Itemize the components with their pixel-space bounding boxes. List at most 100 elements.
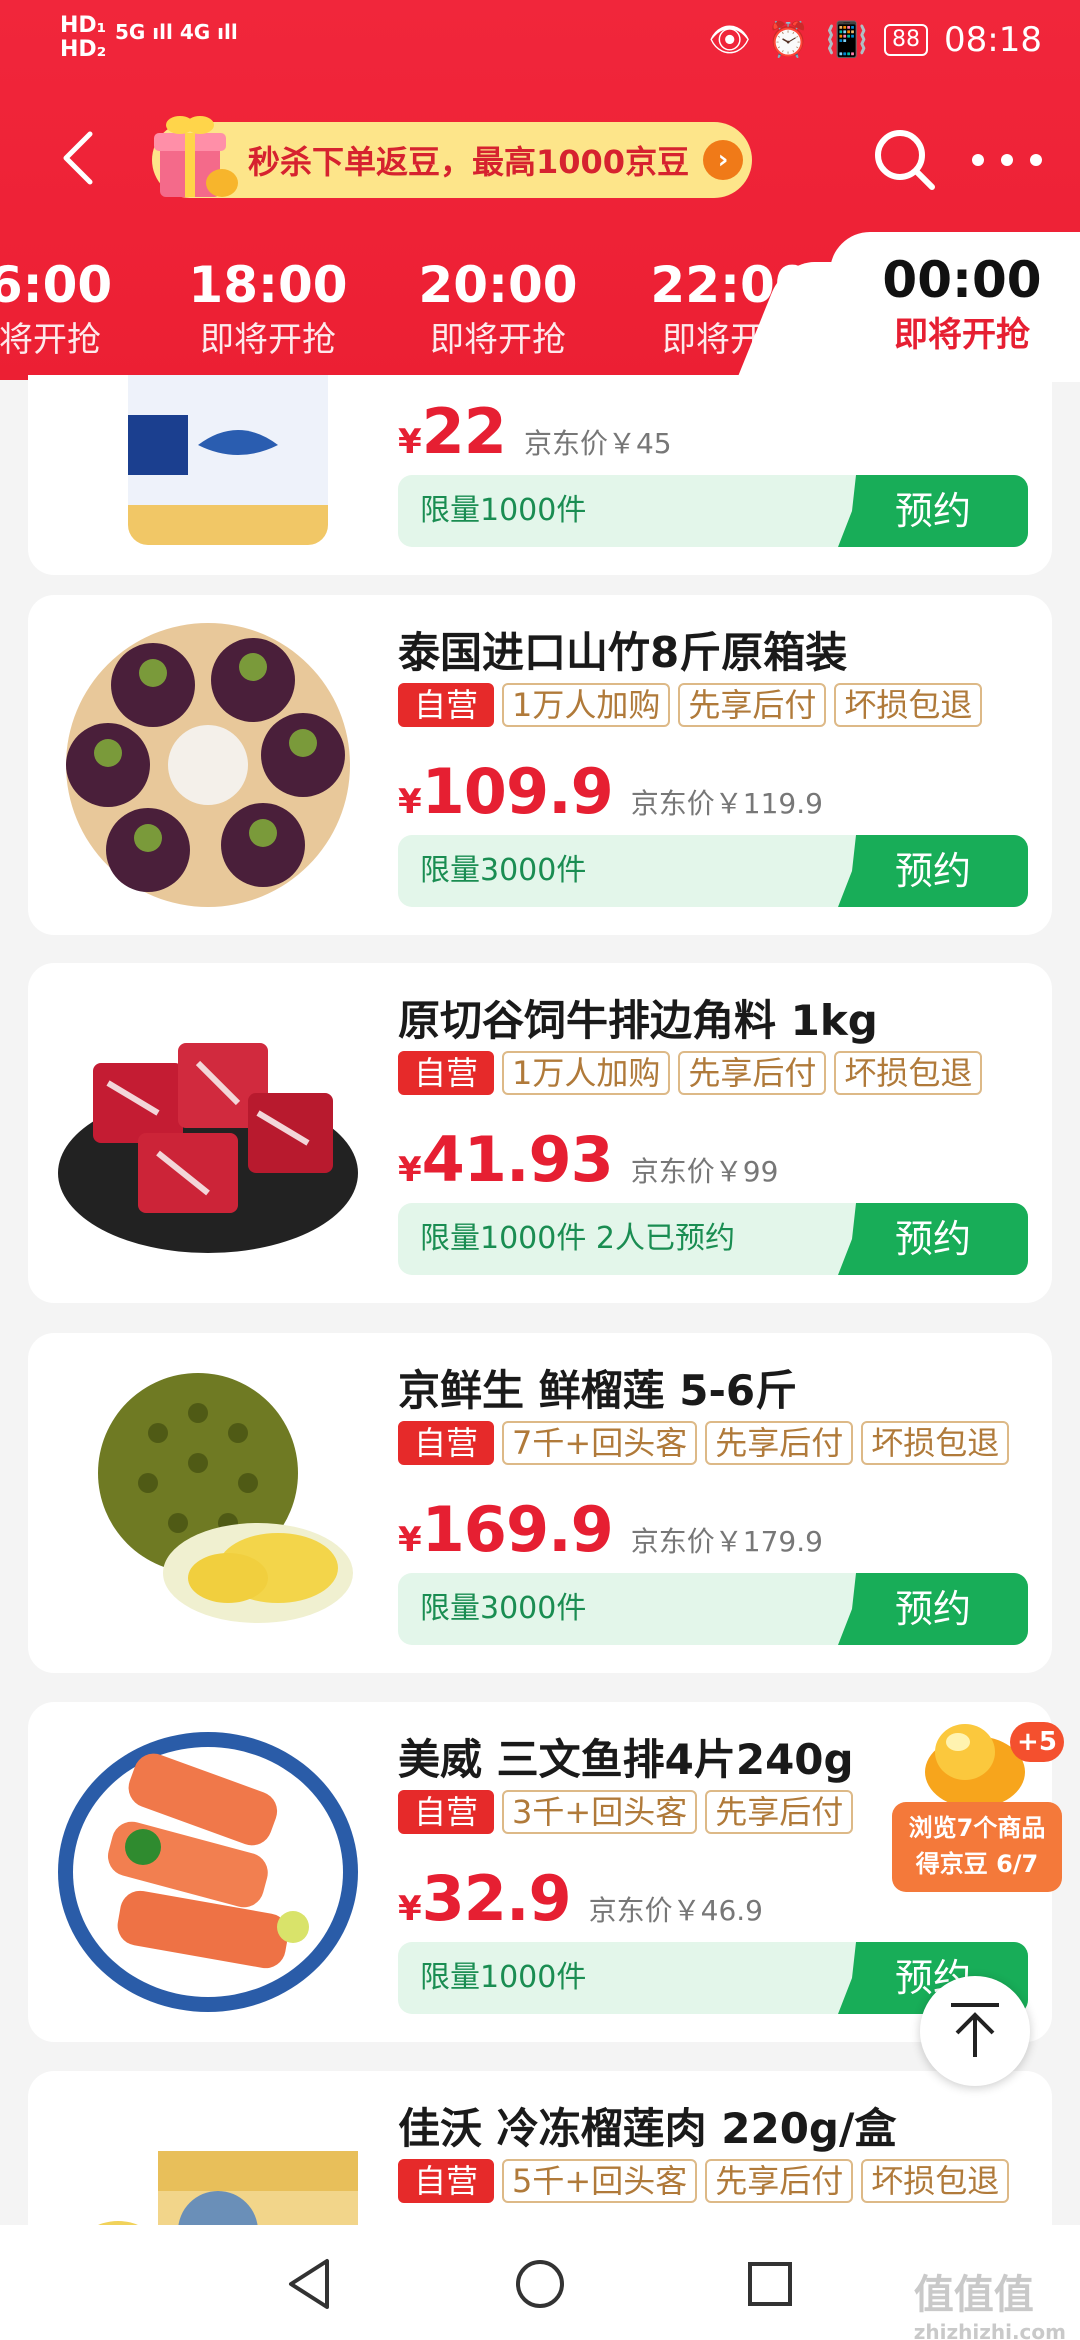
- tag-self-operated: 自营: [398, 1790, 495, 1834]
- watermark-main: 值值值: [913, 2272, 1034, 2318]
- bean-reward-widget[interactable]: +5 浏览7个商品 得京豆 6/7: [892, 1712, 1064, 1892]
- tag-self-operated: 自营: [398, 1051, 495, 1095]
- jd-price: 京东价￥119.9: [630, 787, 823, 820]
- bean-task-line2: 得京豆 6/7: [915, 1850, 1039, 1878]
- price-row: ¥ 169.9 京东价￥179.9: [398, 1493, 823, 1566]
- currency-symbol: ¥: [398, 1520, 422, 1560]
- bean-task-label: 浏览7个商品 得京豆 6/7: [892, 1802, 1062, 1892]
- currency-symbol: ¥: [398, 782, 422, 822]
- tag-list: 自营 1万人加购 先享后付 坏损包退: [398, 683, 983, 727]
- reserve-button[interactable]: 预约: [838, 835, 1028, 907]
- reserve-bar: 限量1000件 预约: [398, 475, 1028, 547]
- tab-time: 20:00: [418, 256, 578, 314]
- salmon-image: [58, 1732, 358, 2012]
- fish-oil-image: [128, 375, 328, 545]
- reserve-bar: 限量1000件 2人已预约 预约: [398, 1203, 1028, 1275]
- tab-time: 00:00: [882, 251, 1042, 309]
- product-card[interactable]: 京鲜生 鲜榴莲 5-6斤 自营 7千+回头客 先享后付 坏损包退 ¥ 169.9…: [28, 1333, 1052, 1673]
- tab-20-00[interactable]: 20:00 即将开抢: [388, 255, 608, 365]
- price-row: ¥ 32.9 京东价￥46.9: [398, 1862, 763, 1935]
- tag: 先享后付: [678, 1051, 827, 1095]
- vibrate-icon: 📳: [825, 20, 869, 60]
- price-row: ¥ 41.93 京东价￥99: [398, 1123, 778, 1196]
- reserve-button[interactable]: 预约: [838, 475, 1028, 547]
- jd-price: 京东价￥99: [630, 1155, 779, 1188]
- gift-icon: [154, 116, 238, 197]
- flash-price: 169.9: [421, 1493, 614, 1566]
- price-row: ¥ 22 京东价￥45: [398, 395, 672, 468]
- flash-price: 32.9: [421, 1862, 572, 1935]
- currency-symbol: ¥: [398, 422, 422, 462]
- flash-price: 22: [421, 395, 507, 468]
- back-to-top-button[interactable]: [920, 1976, 1030, 2086]
- tab-status: 将开抢: [0, 320, 101, 360]
- nav-home-icon[interactable]: [505, 2249, 575, 2319]
- tag: 坏损包退: [861, 1421, 1010, 1465]
- tag-list: 自营 1万人加购 先享后付 坏损包退: [398, 1051, 983, 1095]
- product-title: 佳沃 冷冻榴莲肉 220g/盒: [398, 2104, 897, 2153]
- frozen-durian-image: [98, 2151, 358, 2225]
- promo-text: 秒杀下单返豆，最高1000京豆: [248, 143, 690, 181]
- tag-list: 自营 3千+回头客 先享后付: [398, 1790, 854, 1834]
- price-row: ¥ 109.9 京东价￥119.9: [398, 755, 823, 828]
- flash-price: 41.93: [421, 1123, 614, 1196]
- product-title: 京鲜生 鲜榴莲 5-6斤: [398, 1366, 798, 1415]
- tag: 1万人加购: [502, 683, 671, 727]
- tab-time: 6:00: [0, 256, 113, 314]
- tab-22-00[interactable]: 22:00 即将开抢: [620, 255, 840, 365]
- tag: 5千+回头客: [502, 2159, 698, 2203]
- reserve-button[interactable]: 预约: [838, 1203, 1028, 1275]
- tab-status: 即将开抢: [430, 320, 566, 360]
- tab-time: 22:00: [650, 256, 810, 314]
- signal-label: 5G ıll 4G ıll: [115, 20, 238, 44]
- search-icon[interactable]: [870, 125, 940, 195]
- jd-bean-icon: [925, 1724, 1025, 1808]
- product-card[interactable]: ¥ 22 京东价￥45 限量1000件 预约: [28, 375, 1052, 575]
- watermark-sub: zhizhizhi.com: [913, 2320, 1066, 2340]
- tag: 坏损包退: [834, 683, 983, 727]
- tab-status: 即将开抢: [662, 320, 798, 360]
- status-right: 👁 ⏰ 📳 88 08:18: [708, 18, 1042, 62]
- tab-status: 即将开抢: [200, 320, 336, 360]
- tab-status: 即将开抢: [894, 315, 1030, 355]
- flash-price: 109.9: [421, 755, 614, 828]
- watermark: 值值值 zhizhizhi.com: [914, 2262, 1066, 2340]
- tag: 先享后付: [705, 1421, 854, 1465]
- tab-time: 18:00: [188, 256, 348, 314]
- tag-list: 自营 5千+回头客 先享后付 坏损包退: [398, 2159, 1010, 2203]
- quantity-limit: 限量1000件 2人已预约: [420, 1221, 735, 1256]
- tag-self-operated: 自营: [398, 683, 495, 727]
- nav-recents-icon[interactable]: [735, 2249, 805, 2319]
- beef-image: [58, 1043, 358, 1253]
- reserve-button[interactable]: 预约: [838, 1573, 1028, 1645]
- tab-6-00[interactable]: 6:00 将开抢: [0, 255, 160, 365]
- product-title: 原切谷饲牛排边角料 1kg: [398, 996, 878, 1045]
- product-card[interactable]: 原切谷饲牛排边角料 1kg 自营 1万人加购 先享后付 坏损包退 ¥ 41.93…: [28, 963, 1052, 1303]
- mangosteen-image: [66, 623, 350, 907]
- battery-level: 88: [884, 24, 929, 56]
- more-menu-icon[interactable]: [972, 145, 1042, 175]
- product-card[interactable]: 佳沃 冷冻榴莲肉 220g/盒 自营 5千+回头客 先享后付 坏损包退: [28, 2071, 1052, 2225]
- reserve-bar: 限量3000件 预约: [398, 1573, 1028, 1645]
- tab-00-00[interactable]: 00:00 即将开抢: [852, 250, 1072, 360]
- bean-plus-badge: +5: [1010, 1722, 1064, 1762]
- durian-image: [98, 1373, 353, 1623]
- reserve-bar: 限量3000件 预约: [398, 835, 1028, 907]
- network-indicator: HD₁ HD₂ 5G ıll 4G ıll: [60, 13, 238, 62]
- tag: 1万人加购: [502, 1051, 671, 1095]
- back-arrow-icon[interactable]: [58, 128, 98, 188]
- tag-self-operated: 自营: [398, 2159, 495, 2203]
- product-title: 美威 三文鱼排4片240g: [398, 1735, 854, 1784]
- currency-symbol: ¥: [398, 1150, 422, 1190]
- product-list: ¥ 22 京东价￥45 限量1000件 预约 泰国进口山竹8斤原箱装 自营 1万…: [0, 375, 1080, 2225]
- hd2-label: HD₂: [60, 37, 107, 62]
- header: HD₁ HD₂ 5G ıll 4G ıll 👁 ⏰ 📳 88 08:18 秒杀下…: [0, 0, 1080, 382]
- tab-18-00[interactable]: 18:00 即将开抢: [158, 255, 378, 365]
- nav-back-icon[interactable]: [275, 2249, 345, 2319]
- product-card[interactable]: 泰国进口山竹8斤原箱装 自营 1万人加购 先享后付 坏损包退 ¥ 109.9 京…: [28, 595, 1052, 935]
- clock: 08:18: [944, 20, 1042, 60]
- currency-symbol: ¥: [398, 1889, 422, 1929]
- tag: 7千+回头客: [502, 1421, 698, 1465]
- hd1-label: HD₁: [60, 13, 107, 38]
- promo-banner[interactable]: 秒杀下单返豆，最高1000京豆 ›: [152, 116, 752, 198]
